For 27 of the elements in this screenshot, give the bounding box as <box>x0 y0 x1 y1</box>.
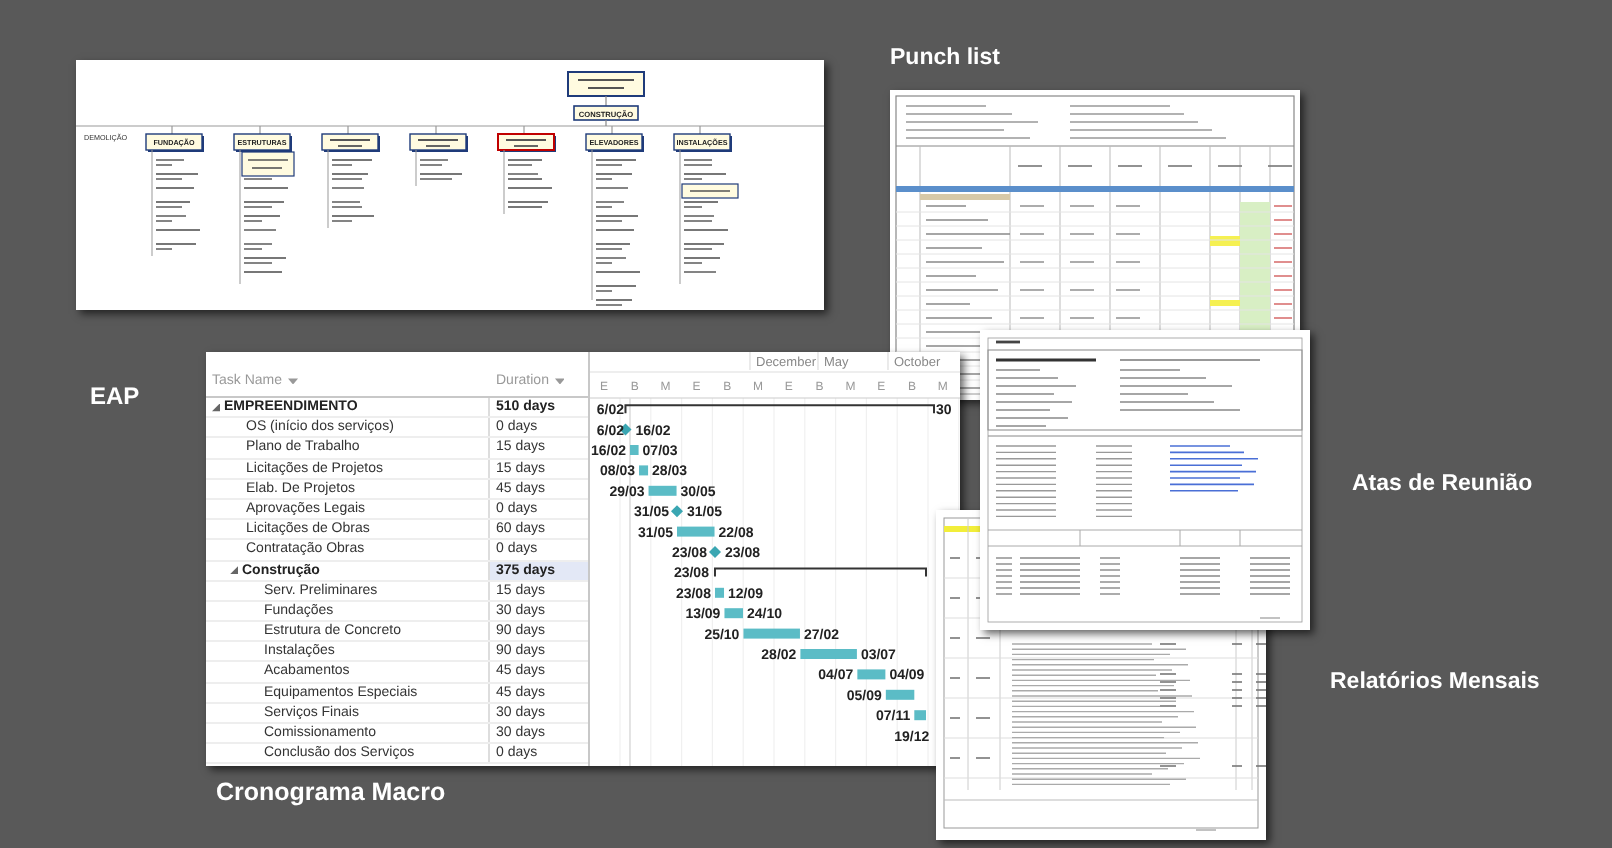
wbs-subitems-drawing <box>151 149 201 257</box>
milestone-marker <box>671 505 683 518</box>
caption: Punch list <box>890 48 1000 71</box>
task-bar <box>715 587 724 598</box>
task-bar <box>914 710 926 721</box>
task-bar <box>630 445 639 455</box>
caption: Relatórios Mensais <box>1330 672 1540 695</box>
wbs-subitems-drawing <box>327 149 375 229</box>
caption: EAP <box>90 384 140 408</box>
task-bar <box>639 465 649 476</box>
wbs-subitems-drawing <box>239 149 295 285</box>
task-bar <box>743 628 800 639</box>
task-bar <box>857 669 886 680</box>
wbs-subitems-drawing <box>503 149 553 215</box>
task-bar <box>800 649 857 659</box>
task-bar <box>885 689 915 700</box>
task-bar <box>724 608 743 619</box>
task-bar <box>648 485 677 496</box>
caption: Cronograma Macro <box>216 780 446 805</box>
wbs-subitems-drawing <box>679 149 739 285</box>
task-bar <box>677 526 715 537</box>
wbs-node <box>567 71 645 97</box>
wbs-subitems-drawing <box>415 149 463 187</box>
collapse-toggle-icon[interactable] <box>212 403 220 412</box>
collapse-toggle-icon[interactable] <box>230 566 238 575</box>
milestone-marker <box>709 546 721 558</box>
caption: Atas de Reunião <box>1352 474 1533 497</box>
